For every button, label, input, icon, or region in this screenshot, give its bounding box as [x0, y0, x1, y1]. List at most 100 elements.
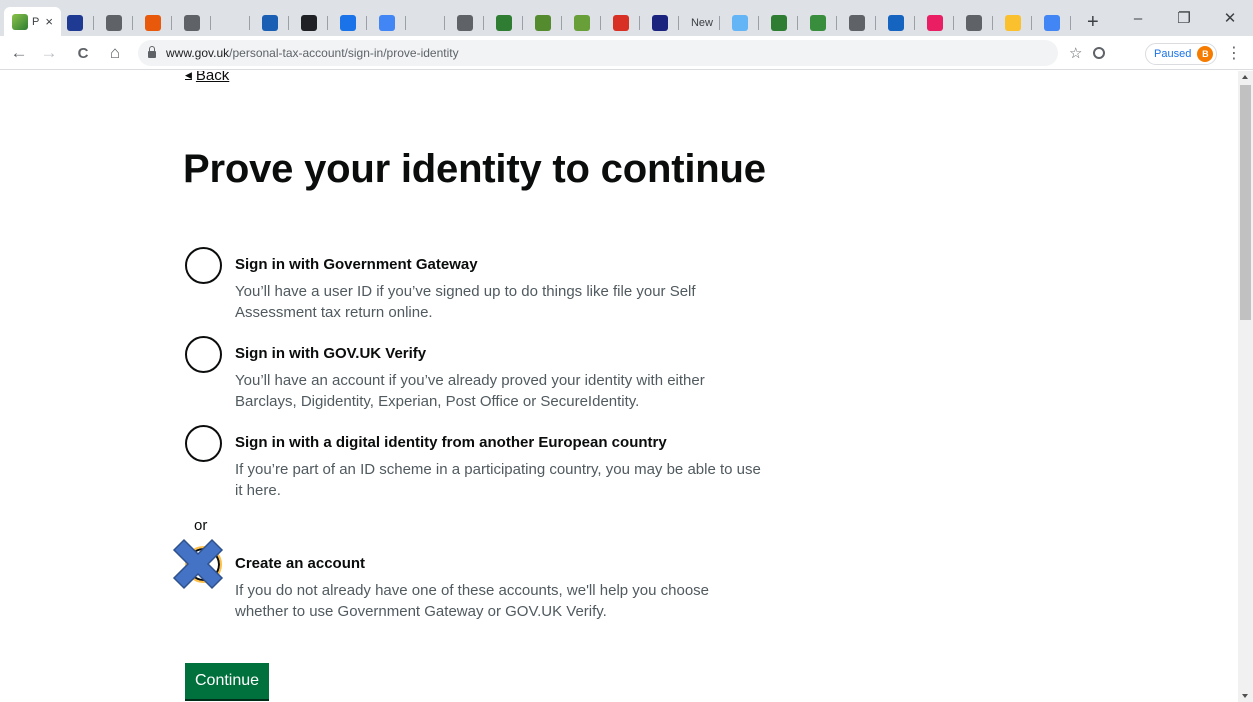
- tab-pinned[interactable]: [490, 9, 529, 36]
- globe-icon: [183, 14, 200, 31]
- tab-separator: [718, 15, 720, 30]
- globe-icon: [105, 14, 122, 31]
- address-bar[interactable]: www.gov.uk/personal-tax-account/sign-in/…: [138, 40, 1058, 66]
- bbc-icon: [300, 14, 317, 31]
- radio-label[interactable]: Sign in with a digital identity from ano…: [235, 434, 667, 451]
- scrollbar-thumb[interactable]: [1240, 85, 1251, 320]
- umbrella-icon: [809, 14, 826, 31]
- google-c-icon: [378, 14, 395, 31]
- browser-tab-strip: P × New + – ❐ ✕: [0, 0, 1253, 36]
- tab-separator: [874, 15, 876, 30]
- scroll-up-arrow-icon[interactable]: [1242, 75, 1248, 79]
- mail-icon: [651, 14, 668, 31]
- extension-icon[interactable]: [1093, 47, 1105, 59]
- or-divider: or: [194, 517, 208, 534]
- e-icon: [1004, 14, 1021, 31]
- tab-pinned[interactable]: [178, 9, 217, 36]
- tab-separator: [1030, 15, 1032, 30]
- tab-separator: [1069, 15, 1071, 30]
- tab-pinned[interactable]: [804, 9, 843, 36]
- tab-pinned[interactable]: [921, 9, 960, 36]
- tab-pinned[interactable]: [139, 9, 178, 36]
- tab-list: P × New +: [4, 7, 1099, 36]
- home-icon[interactable]: ⌂: [102, 40, 128, 66]
- tab-pinned[interactable]: [334, 9, 373, 36]
- tab-pinned[interactable]: [960, 9, 999, 36]
- tab-pinned[interactable]: [373, 9, 412, 36]
- tab-active[interactable]: P ×: [4, 7, 61, 36]
- tab-pinned[interactable]: [295, 9, 334, 36]
- tab-pinned[interactable]: [882, 9, 921, 36]
- radio-label[interactable]: Sign in with Government Gateway: [235, 256, 478, 273]
- tab-pinned[interactable]: [646, 9, 685, 36]
- page-content: ◀ Back Prove your identity to continue S…: [0, 71, 1238, 702]
- tab-separator: [638, 15, 640, 30]
- page-title: Prove your identity to continue: [183, 147, 766, 191]
- tab-pinned[interactable]: [412, 9, 451, 36]
- tab-separator: [170, 15, 172, 30]
- new-tab-button[interactable]: +: [1087, 9, 1099, 36]
- profile-paused-button[interactable]: Paused B: [1145, 43, 1218, 65]
- browser-menu-icon[interactable]: ⋮: [1226, 43, 1242, 63]
- restore-button[interactable]: ❐: [1161, 0, 1207, 36]
- avatar: B: [1197, 46, 1214, 62]
- tab-pinned[interactable]: [61, 9, 100, 36]
- gov-favicon-icon: [12, 13, 28, 30]
- back-triangle-icon: ◀: [185, 71, 192, 80]
- tab-separator: [560, 15, 562, 30]
- tab-pinned[interactable]: [765, 9, 804, 36]
- umbrella-icon: [770, 14, 787, 31]
- globe-icon: [965, 14, 982, 31]
- tab-pinned[interactable]: [568, 9, 607, 36]
- forward-arrow-icon[interactable]: →: [36, 40, 62, 66]
- continue-button[interactable]: Continue: [185, 663, 270, 699]
- radio-label[interactable]: Sign in with GOV.UK Verify: [235, 345, 426, 362]
- tab-pinned[interactable]: [999, 9, 1038, 36]
- tab-pinned[interactable]: [217, 9, 256, 36]
- tab-separator: [131, 15, 133, 30]
- tab-close-icon[interactable]: ×: [45, 14, 53, 29]
- scroll-down-arrow-icon[interactable]: [1242, 694, 1248, 698]
- radio-label[interactable]: Create an account: [235, 555, 365, 572]
- tab-pinned[interactable]: [1038, 9, 1077, 36]
- tab-separator: [599, 15, 601, 30]
- tab-separator: [248, 15, 250, 30]
- tab-separator: [835, 15, 837, 30]
- tab-pinned[interactable]: [256, 9, 295, 36]
- url-path: /personal-tax-account/sign-in/prove-iden…: [229, 46, 459, 60]
- tab-pinned[interactable]: [529, 9, 568, 36]
- back-link-label: Back: [195, 71, 230, 84]
- tab-separator: [796, 15, 798, 30]
- tab-pinned[interactable]: [451, 9, 490, 36]
- tab-pinned[interactable]: [726, 9, 765, 36]
- tab-separator: [443, 15, 445, 30]
- tab-pinned[interactable]: New: [685, 9, 726, 36]
- tab-pinned[interactable]: [607, 9, 646, 36]
- tab-separator: [209, 15, 211, 30]
- close-window-button[interactable]: ✕: [1207, 0, 1253, 36]
- tab-pinned[interactable]: [100, 9, 139, 36]
- radio-circle[interactable]: [185, 336, 222, 373]
- page-scrollbar[interactable]: [1238, 71, 1253, 702]
- blank-icon: [222, 14, 239, 31]
- back-arrow-icon[interactable]: ←: [6, 40, 32, 66]
- lock-icon: [148, 46, 156, 58]
- card-icon: [731, 14, 748, 31]
- radio-circle[interactable]: [185, 247, 222, 284]
- gmail-icon: [612, 14, 629, 31]
- bookmark-star-icon[interactable]: ☆: [1069, 44, 1082, 62]
- radio-circle[interactable]: [185, 425, 222, 462]
- browser-toolbar: ← → C ⌂ www.gov.uk/personal-tax-account/…: [0, 36, 1253, 70]
- minimize-button[interactable]: –: [1115, 0, 1161, 36]
- tab-pinned[interactable]: [843, 9, 882, 36]
- reload-icon[interactable]: C: [70, 40, 96, 66]
- tab-separator: [757, 15, 759, 30]
- tab-separator: [952, 15, 954, 30]
- radio-hint: You’ll have a user ID if you’ve signed u…: [235, 283, 696, 321]
- back-link[interactable]: ◀ Back: [185, 71, 229, 84]
- play-icon: [339, 14, 356, 31]
- tab-separator: [365, 15, 367, 30]
- tab-separator: [913, 15, 915, 30]
- chart-icon: [926, 14, 943, 31]
- window-controls: – ❐ ✕: [1115, 0, 1253, 36]
